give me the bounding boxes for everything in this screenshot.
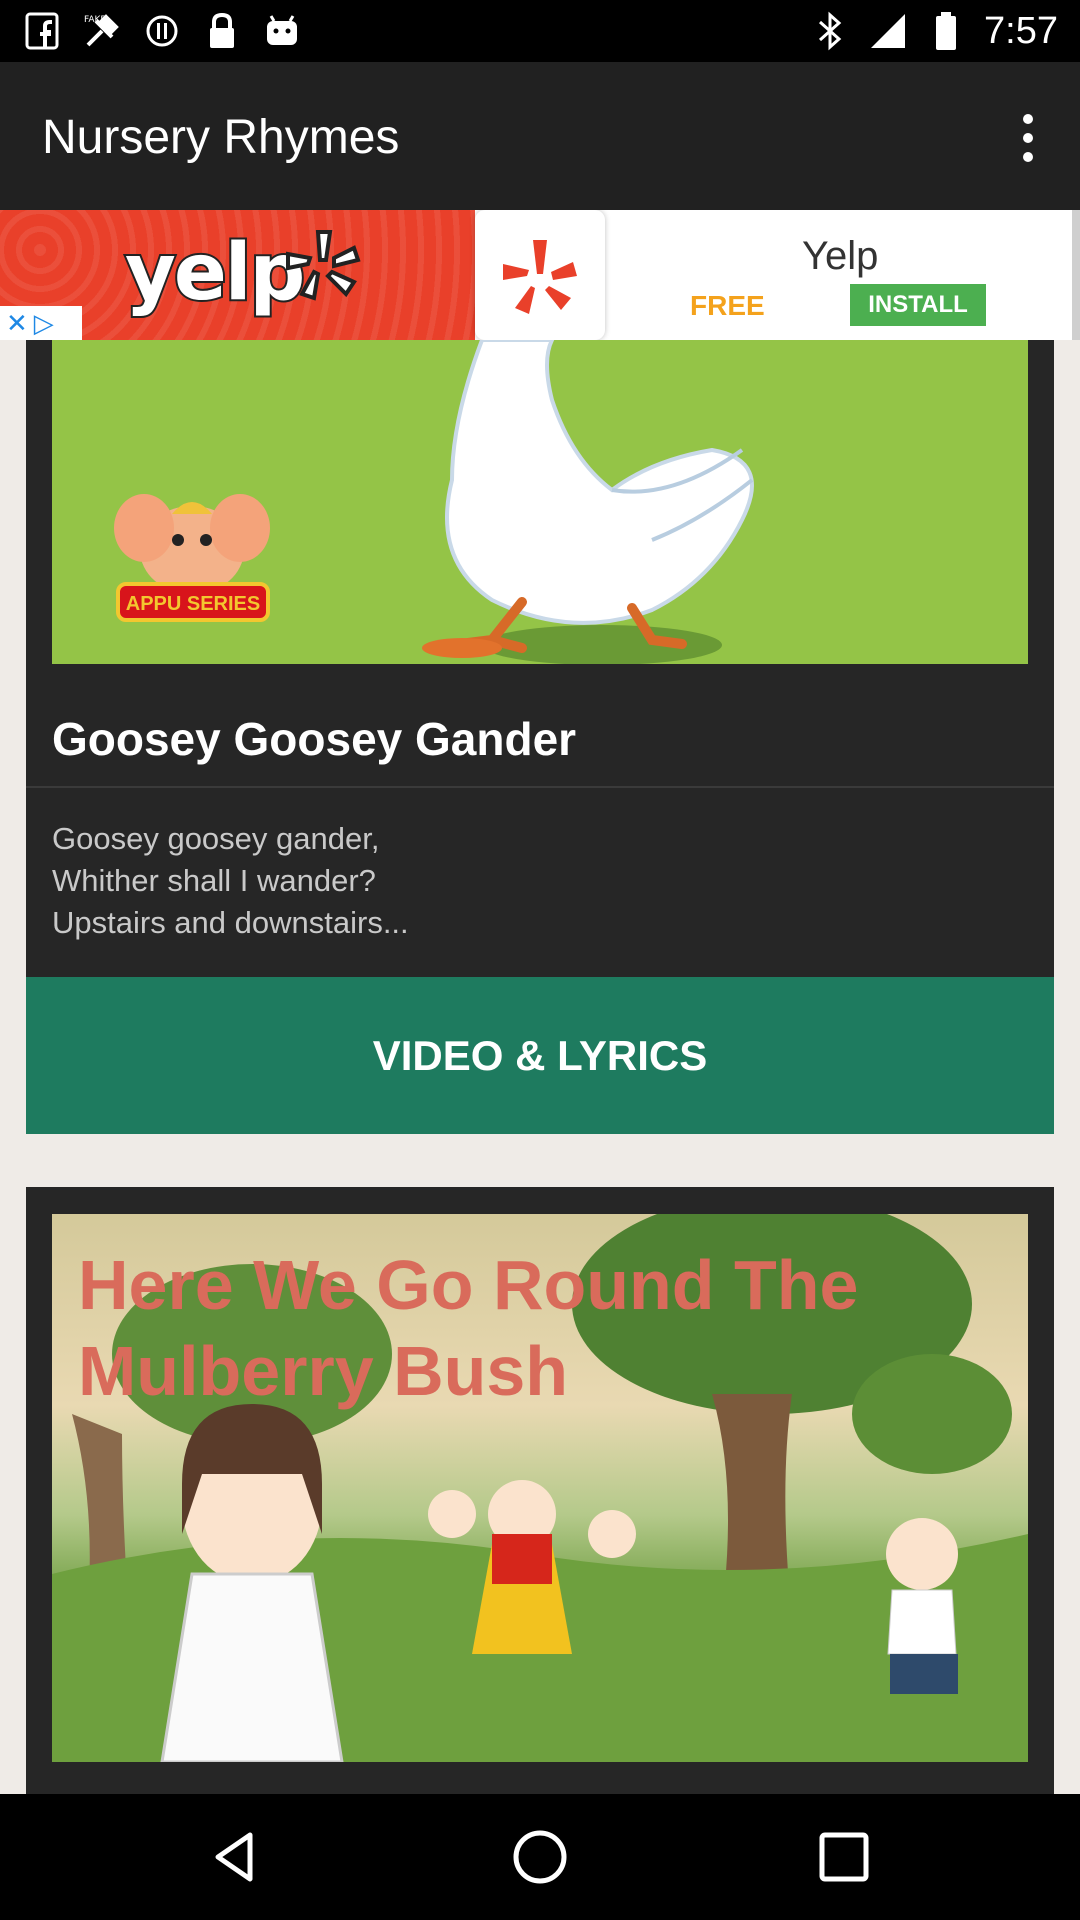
excerpt-line: Goosey goosey gander, bbox=[52, 821, 380, 856]
ad-app-name: Yelp bbox=[802, 234, 879, 278]
ad-price-label: FREE bbox=[690, 290, 765, 321]
navigation-bar bbox=[0, 1794, 1080, 1920]
rhyme-excerpt: Goosey goosey gander, Whither shall I wa… bbox=[52, 818, 409, 944]
rhyme-card[interactable]: APPU SERIES Goosey Goosey Gander Goosey … bbox=[26, 340, 1054, 1134]
ad-banner[interactable]: yelp Yelp FREE INSTALL ✕ ▷ bbox=[0, 210, 1080, 340]
app-title: Nursery Rhymes bbox=[42, 111, 400, 164]
yelp-logo-text: yelp bbox=[123, 226, 307, 320]
more-vert-icon[interactable] bbox=[1000, 106, 1056, 170]
battery-icon bbox=[926, 11, 966, 51]
status-bar: FAKE 7:57 bbox=[0, 0, 1080, 62]
sync-icon bbox=[142, 11, 182, 51]
ad-app-icon[interactable] bbox=[475, 210, 605, 340]
ad-controls: ✕ ▷ bbox=[0, 306, 82, 340]
yelp-burst-icon bbox=[286, 230, 361, 301]
facebook-icon bbox=[22, 11, 62, 51]
rhyme-title[interactable]: Goosey Goosey Gander bbox=[52, 712, 576, 766]
yelp-app-icon bbox=[503, 240, 577, 314]
ad-install-button[interactable]: INSTALL bbox=[850, 284, 986, 326]
thumbnail-title: Here We Go Round The Mulberry Bush bbox=[78, 1246, 859, 1410]
ad-edge bbox=[1072, 210, 1080, 340]
bluetooth-icon bbox=[810, 11, 850, 51]
close-icon[interactable]: ✕ bbox=[6, 308, 28, 339]
recents-icon[interactable] bbox=[814, 1827, 874, 1887]
android-icon bbox=[262, 11, 302, 51]
rhyme-card[interactable]: Here We Go Round The Mulberry Bush bbox=[26, 1187, 1054, 1794]
lock-icon bbox=[202, 11, 242, 51]
appu-logo: APPU SERIES bbox=[114, 494, 270, 622]
adchoices-icon[interactable]: ▷ bbox=[34, 308, 54, 339]
rhyme-thumbnail[interactable]: APPU SERIES bbox=[52, 340, 1028, 664]
rhyme-thumbnail[interactable]: Here We Go Round The Mulberry Bush bbox=[52, 1214, 1028, 1762]
signal-icon bbox=[868, 11, 908, 51]
home-icon[interactable] bbox=[510, 1827, 570, 1887]
fake-gps-icon: FAKE bbox=[82, 11, 122, 51]
clock: 7:57 bbox=[984, 9, 1058, 52]
screen: FAKE 7:57 Nursery Rhymes yelp Yelp FREE … bbox=[0, 0, 1080, 1920]
svg-text:FAKE: FAKE bbox=[84, 15, 106, 25]
divider bbox=[26, 786, 1054, 788]
goose-illustration: APPU SERIES bbox=[114, 340, 754, 664]
excerpt-line: Whither shall I wander? bbox=[52, 863, 376, 898]
video-lyrics-button[interactable]: VIDEO & LYRICS bbox=[26, 977, 1054, 1134]
back-icon[interactable] bbox=[206, 1827, 266, 1887]
app-bar: Nursery Rhymes bbox=[0, 62, 1080, 210]
excerpt-line: Upstairs and downstairs... bbox=[52, 905, 409, 940]
appu-logo-caption: APPU SERIES bbox=[126, 593, 260, 615]
